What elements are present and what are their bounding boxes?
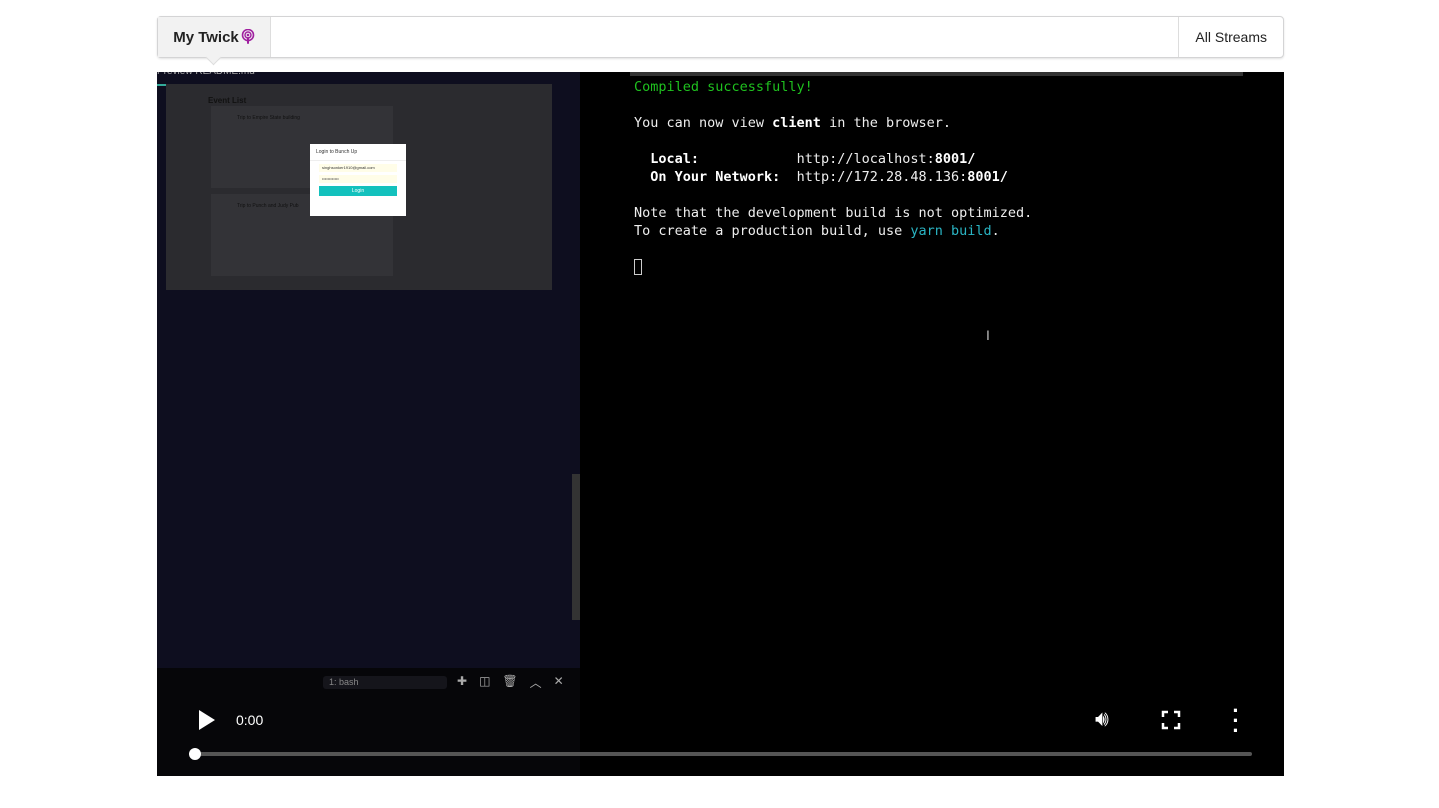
current-time: 0:00 [236,712,264,728]
event-title: Trip to Empire State building [237,115,300,121]
modal-title: Login to Bunch Up [310,144,406,161]
split-icon: ◫ [479,674,491,688]
email-field: singhsonker1910@gmail.com [319,164,397,172]
top-menu: My Twick All Streams [157,16,1284,58]
terminal-tabs [630,72,1243,76]
terminal-cursor [634,259,642,275]
view-line: You can now view client in the browser. [634,115,951,131]
all-streams-link[interactable]: All Streams [1178,17,1283,57]
app-preview: Event List Trip to Empire State building… [166,84,552,290]
video-player[interactable]: Preview README.md Event List Trip to Emp… [157,72,1284,776]
network-line: On Your Network: http://172.28.48.136:80… [634,169,1008,185]
editor-preview-panel: Preview README.md Event List Trip to Emp… [157,72,580,668]
note-line: Note that the development build is not o… [634,205,1033,221]
progress-handle[interactable] [189,748,201,760]
password-field: •••••••••••• [319,175,397,183]
terminal-output: Compiled successfully! You can now view … [634,78,1032,276]
brand-label: My Twick [173,28,239,46]
preview-title: Event List [208,96,247,105]
build-line: To create a production build, use yarn b… [634,223,1000,239]
fullscreen-icon[interactable] [1161,710,1181,730]
brand-link[interactable]: My Twick [158,17,271,57]
local-line: Local: http://localhost:8001/ [634,151,976,167]
trash-icon: 🗑 [502,674,518,688]
more-options-icon[interactable]: · · · [1229,700,1243,742]
login-modal: Login to Bunch Up singhsonker1910@gmail.… [310,144,406,216]
chevron-up-icon: ︿ [529,676,542,690]
compiled-line: Compiled successfully! [634,79,813,95]
play-icon[interactable] [199,710,215,730]
close-icon: ✕ [553,674,564,688]
scrollbar [572,474,580,620]
video-controls: 0:00 🔊︎ · · · [157,692,1284,776]
volume-icon[interactable]: 🔊︎ [1095,706,1109,732]
progress-bar[interactable] [195,752,1252,756]
menu-spacer [271,17,1178,57]
podcast-icon [241,29,255,44]
text-cursor-icon: Ι [986,327,990,343]
login-button: Login [319,186,397,196]
terminal-select: 1: bash [323,676,447,689]
event-title: Trip to Punch and Judy Pub [237,203,299,209]
plus-icon: ✚ [457,674,468,688]
